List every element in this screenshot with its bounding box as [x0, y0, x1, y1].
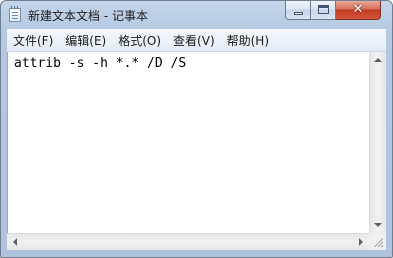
caption-buttons: ✕ — [285, 1, 381, 20]
notepad-window: 新建文本文档 - 记事本 ✕ 文件(F) 编辑(E) 格式(O) 查看(V) 帮… — [0, 0, 393, 258]
arrow-left-icon[interactable] — [13, 238, 17, 246]
menu-edit[interactable]: 编辑(E) — [59, 32, 112, 49]
arrow-right-icon[interactable] — [359, 238, 363, 246]
editor-content[interactable]: attrib -s -h *.* /D /S — [14, 56, 186, 71]
close-icon: ✕ — [352, 2, 364, 17]
arrow-up-icon[interactable] — [374, 58, 382, 62]
maximize-button[interactable] — [311, 1, 336, 20]
window-title: 新建文本文档 - 记事本 — [28, 9, 148, 23]
minimize-button[interactable] — [285, 1, 311, 20]
menu-bar: 文件(F) 编辑(E) 格式(O) 查看(V) 帮助(H) — [7, 29, 386, 52]
horizontal-scrollbar[interactable] — [7, 233, 369, 250]
menu-view[interactable]: 查看(V) — [167, 32, 221, 49]
menu-help[interactable]: 帮助(H) — [221, 32, 275, 49]
notepad-icon[interactable] — [9, 6, 21, 22]
text-editor[interactable]: attrib -s -h *.* /D /S — [7, 52, 381, 233]
minimize-icon — [294, 12, 303, 15]
menu-format[interactable]: 格式(O) — [112, 32, 167, 49]
size-grip-icon[interactable] — [369, 233, 386, 250]
menu-file[interactable]: 文件(F) — [7, 32, 59, 49]
vertical-scrollbar[interactable] — [369, 52, 386, 233]
arrow-down-icon[interactable] — [374, 223, 382, 227]
maximize-icon — [318, 5, 329, 14]
close-button[interactable]: ✕ — [336, 1, 381, 20]
